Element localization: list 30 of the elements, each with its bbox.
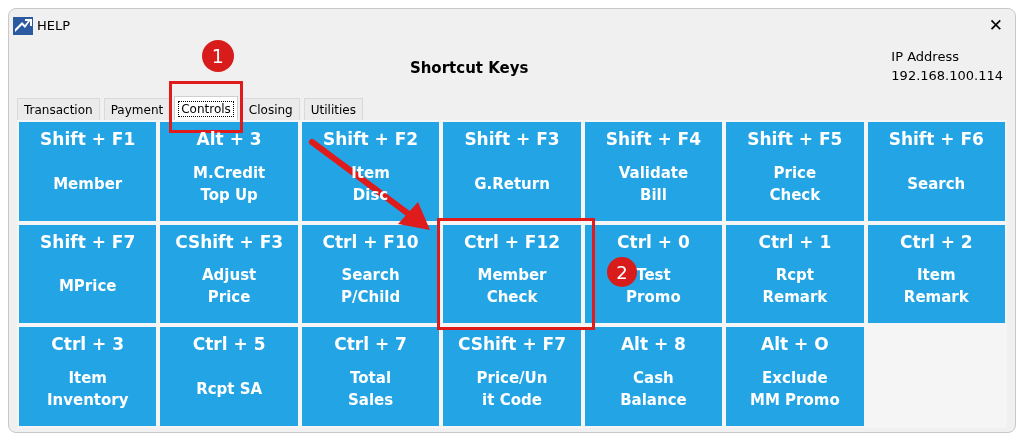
shortcut-tile[interactable]: Ctrl + 3 Item Inventory: [19, 327, 157, 426]
shortcut-tile[interactable]: Alt + 3 M.Credit Top Up: [160, 122, 298, 221]
shortcut-tile[interactable]: CShift + F7 Price/Un it Code: [443, 327, 581, 426]
shortcut-tile[interactable]: CShift + F3 Adjust Price: [160, 224, 298, 324]
step-marker: 1: [201, 40, 234, 72]
shortcut-tile[interactable]: Shift + F3 G.Return: [443, 122, 581, 221]
shortcut-tile[interactable]: Shift + F6 Search: [867, 122, 1005, 221]
shortcut-tile[interactable]: Ctrl + F10 Search P/Child: [301, 224, 440, 324]
shortcut-tile[interactable]: Ctrl + 5 Rcpt SA: [160, 327, 298, 426]
tab[interactable]: Closing: [241, 98, 300, 120]
ip-address-label: IP Address: [891, 48, 960, 66]
app-logo-icon: [13, 17, 33, 35]
tab[interactable]: Transaction: [17, 98, 100, 120]
shortcut-tile[interactable]: Shift + F4 Validate Bill: [584, 122, 723, 221]
shortcut-tile[interactable]: Ctrl + 1 Rcpt Remark: [726, 224, 864, 324]
tab[interactable]: Payment: [103, 98, 171, 120]
shortcut-tile[interactable]: Shift + F5 Price Check: [726, 122, 864, 221]
shortcut-tile[interactable]: Shift + F1 Member: [19, 122, 157, 221]
shortcut-tile[interactable]: Ctrl + 7 Total Sales: [301, 327, 440, 426]
shortcut-tile[interactable]: Ctrl + F12 Member Check: [443, 224, 581, 324]
ip-address-value: 192.168.100.114: [891, 67, 1003, 85]
window-title: HELP: [37, 17, 71, 36]
shortcut-tile[interactable]: Shift + F7 MPrice: [19, 224, 157, 324]
shortcut-tile[interactable]: Alt + O Exclude MM Promo: [726, 327, 864, 426]
shortcut-tile[interactable]: Ctrl + 2 Item Remark: [867, 224, 1005, 324]
tab[interactable]: Controls: [174, 96, 238, 120]
close-button[interactable]: ✕: [980, 13, 1011, 39]
shortcut-tile[interactable]: Alt + 8 Cash Balance: [584, 327, 723, 426]
dialog-heading: Shortcut Keys: [409, 58, 529, 79]
tab[interactable]: Utilities: [303, 98, 363, 120]
